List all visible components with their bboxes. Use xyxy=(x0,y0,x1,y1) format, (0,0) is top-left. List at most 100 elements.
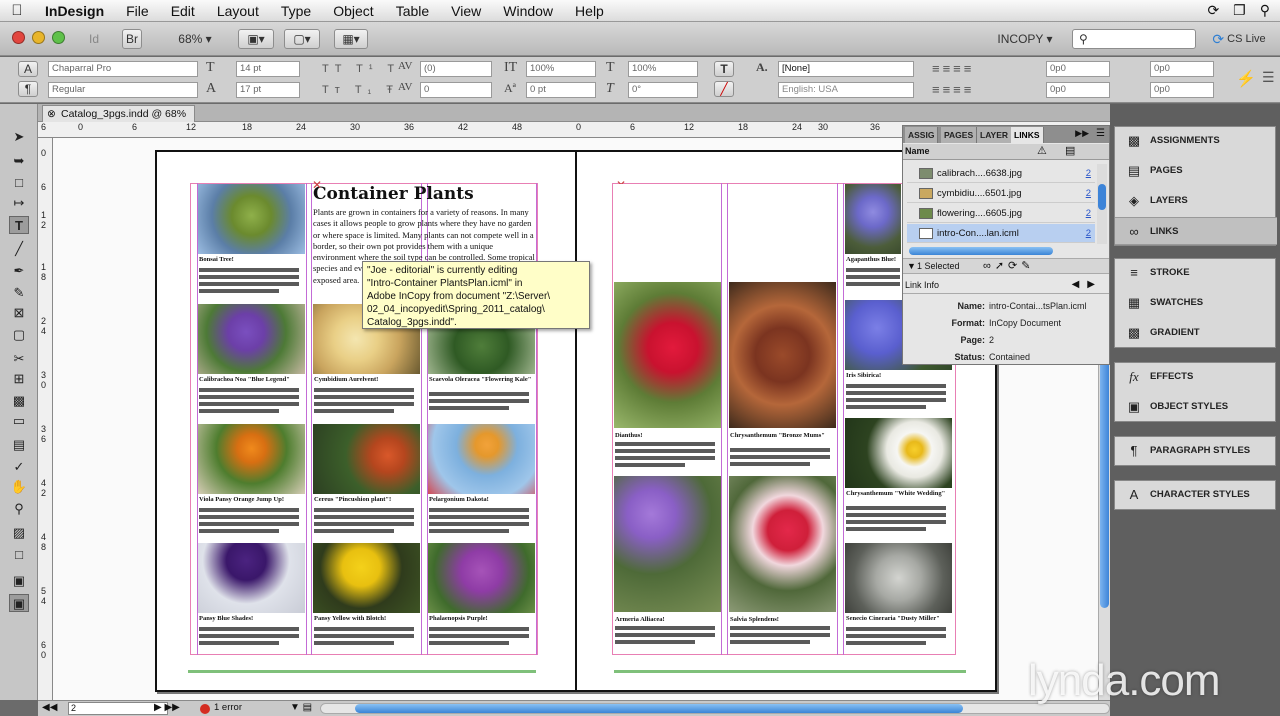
link-row[interactable]: calibrach....6638.jpg 2 xyxy=(907,164,1095,183)
tab-assignments[interactable]: ASSIG xyxy=(905,127,939,143)
paragraph-mode-button[interactable]: ¶ xyxy=(18,81,38,97)
tracking-field[interactable]: 0 xyxy=(420,82,492,98)
menu-window[interactable]: Window xyxy=(492,3,564,19)
link-page[interactable]: 2 xyxy=(1086,204,1091,223)
link-info-header[interactable]: Link Info xyxy=(905,280,939,290)
story-headline[interactable]: Container Plants xyxy=(313,184,474,204)
panel-menu-icon[interactable]: ☰ xyxy=(1096,128,1105,139)
page-tool-icon[interactable]: □ xyxy=(9,174,29,192)
menu-file[interactable]: File xyxy=(115,3,160,19)
links-name-column-header[interactable]: Name xyxy=(905,146,930,156)
empty-frame[interactable] xyxy=(614,184,721,274)
plant-cell[interactable]: Chrysanthemum "White Wedding" xyxy=(845,418,952,536)
menu-edit[interactable]: Edit xyxy=(160,3,206,19)
menu-type[interactable]: Type xyxy=(270,3,322,19)
last-line-indent-field[interactable]: 0p0 xyxy=(1150,82,1214,98)
gap-tool-icon[interactable]: ↦ xyxy=(9,194,29,212)
character-mode-button[interactable]: A xyxy=(18,61,38,77)
scrollbar-thumb[interactable] xyxy=(1098,184,1106,210)
formatting-affects-icon[interactable]: □ xyxy=(9,546,29,564)
warning-column-icon[interactable]: ⚠ xyxy=(1037,144,1047,157)
links-vertical-scrollbar[interactable] xyxy=(1097,164,1107,244)
document-tab[interactable]: ⊗ Catalog_3pgs.indd @ 68% xyxy=(42,105,196,122)
line-tool-icon[interactable]: ╱ xyxy=(9,240,29,258)
font-size-field[interactable]: 14 pt xyxy=(236,61,300,77)
plant-cell[interactable]: Viola Pansy Orange Jump Up! xyxy=(198,424,305,540)
first-line-indent-field[interactable]: 0p0 xyxy=(1046,82,1110,98)
rectangle-frame-tool-icon[interactable]: ⊠ xyxy=(9,304,29,322)
workspace-switcher[interactable]: INCOPY ▾ xyxy=(990,29,1060,49)
dock-links[interactable]: ∞ LINKS xyxy=(1115,217,1277,245)
link-row[interactable]: cymbidiu....6501.jpg 2 xyxy=(907,184,1095,203)
empty-frame[interactable] xyxy=(729,184,836,274)
link-page[interactable]: 2 xyxy=(1086,164,1091,183)
plant-cell[interactable]: Senecio Cineraria "Dusty Miller" xyxy=(845,543,952,653)
apple-menu-icon[interactable]:  xyxy=(0,2,34,19)
text-stroke-button[interactable]: ╱ xyxy=(714,81,734,97)
tab-links[interactable]: LINKS xyxy=(1011,127,1044,143)
link-row-selected[interactable]: intro-Con....lan.icml 2 xyxy=(907,224,1095,243)
dock-swatches[interactable]: ▦ SWATCHES xyxy=(1115,289,1277,317)
search-field[interactable]: ⚲ xyxy=(1072,29,1196,49)
scrollbar-thumb[interactable] xyxy=(355,704,963,713)
quick-apply-icon[interactable]: ⚡ xyxy=(1236,69,1256,89)
kerning-field[interactable]: (0) xyxy=(420,61,492,77)
zoom-tool-icon[interactable]: ⚲ xyxy=(9,500,29,518)
normal-mode-icon[interactable]: ▣ xyxy=(9,572,29,590)
control-panel-menu-icon[interactable]: ☰ xyxy=(1262,69,1275,86)
collapse-panel-icon[interactable]: ▶▶ xyxy=(1075,128,1089,139)
menu-view[interactable]: View xyxy=(440,3,492,19)
link-row[interactable]: flowering....6605.jpg 2 xyxy=(907,204,1095,223)
plant-cell[interactable]: Bonsai Tree! xyxy=(198,184,305,300)
page-number-field[interactable]: 2 xyxy=(68,702,168,715)
plant-cell[interactable]: Pansy Yellow with Blotch! xyxy=(313,543,420,653)
plant-cell[interactable]: Dianthus! xyxy=(614,282,721,472)
plant-cell[interactable]: Pelargonium Dakota! xyxy=(428,424,535,540)
preview-mode-icon[interactable]: ▣ xyxy=(9,594,29,612)
links-horizontal-scrollbar[interactable] xyxy=(909,247,1053,255)
right-indent-field[interactable]: 0p0 xyxy=(1150,61,1214,77)
tab-layers[interactable]: LAYER xyxy=(977,127,1013,143)
skew-field[interactable]: 0° xyxy=(628,82,698,98)
link-page[interactable]: 2 xyxy=(1086,184,1091,203)
close-window-button[interactable] xyxy=(12,31,25,44)
menu-help[interactable]: Help xyxy=(564,3,615,19)
scissors-tool-icon[interactable]: ✂ xyxy=(9,350,29,368)
links-action-icons[interactable]: ∞➚⟳✎ xyxy=(983,259,1035,272)
dock-paragraph-styles[interactable]: ¶ PARAGRAPH STYLES xyxy=(1115,437,1277,465)
vertical-scale-field[interactable]: 100% xyxy=(526,61,596,77)
menu-table[interactable]: Table xyxy=(385,3,440,19)
dock-object-styles[interactable]: ▣ OBJECT STYLES xyxy=(1115,393,1277,421)
first-page-icon[interactable]: ◀◀ xyxy=(42,702,57,713)
hand-tool-icon[interactable]: ✋ xyxy=(9,478,29,496)
tab-pages[interactable]: PAGES xyxy=(941,127,978,143)
horizontal-scale-field[interactable]: 100% xyxy=(628,61,698,77)
toggle-link-info-icon[interactable]: ▼ xyxy=(907,261,916,271)
dock-stroke[interactable]: ≡ STROKE xyxy=(1115,259,1277,287)
selection-tool-icon[interactable]: ➤ xyxy=(9,128,29,146)
close-tab-icon[interactable]: ⊗ xyxy=(47,106,56,122)
font-style-field[interactable]: Regular xyxy=(48,82,198,98)
leading-field[interactable]: 17 pt xyxy=(236,82,300,98)
pencil-tool-icon[interactable]: ✎ xyxy=(9,284,29,302)
rectangle-tool-icon[interactable]: ▢ xyxy=(9,326,29,344)
eyedropper-tool-icon[interactable]: ✓ xyxy=(9,458,29,476)
dock-character-styles[interactable]: A CHARACTER STYLES xyxy=(1115,481,1277,509)
gradient-tool-icon[interactable]: ▩ xyxy=(9,392,29,410)
minimize-window-button[interactable] xyxy=(32,31,45,44)
align-buttons-row1[interactable]: ≡≡≡≡ xyxy=(932,61,974,76)
dock-effects[interactable]: fx EFFECTS xyxy=(1115,363,1277,391)
screen-mode-button[interactable]: ▢▾ xyxy=(284,29,320,49)
direct-selection-tool-icon[interactable]: ➥ xyxy=(9,152,29,170)
spaces-icon[interactable]: ❐ xyxy=(1233,2,1246,19)
horizontal-scrollbar[interactable] xyxy=(320,703,1110,714)
dock-assignments[interactable]: ▩ ASSIGNMENTS xyxy=(1115,127,1277,155)
menu-layout[interactable]: Layout xyxy=(206,3,270,19)
zoom-level-select[interactable]: 68% ▾ xyxy=(168,29,222,49)
plant-cell[interactable]: Armeria Alliacea! xyxy=(614,476,721,654)
plant-cell[interactable]: Chrysanthemum "Bronze Mums" xyxy=(729,282,836,472)
arrange-documents-button[interactable]: ▦▾ xyxy=(334,29,368,49)
sync-icon[interactable]: ⟳ xyxy=(1207,2,1219,19)
plant-cell[interactable]: Agapanthus Blue! xyxy=(845,184,901,300)
pen-tool-icon[interactable]: ✒ xyxy=(9,262,29,280)
